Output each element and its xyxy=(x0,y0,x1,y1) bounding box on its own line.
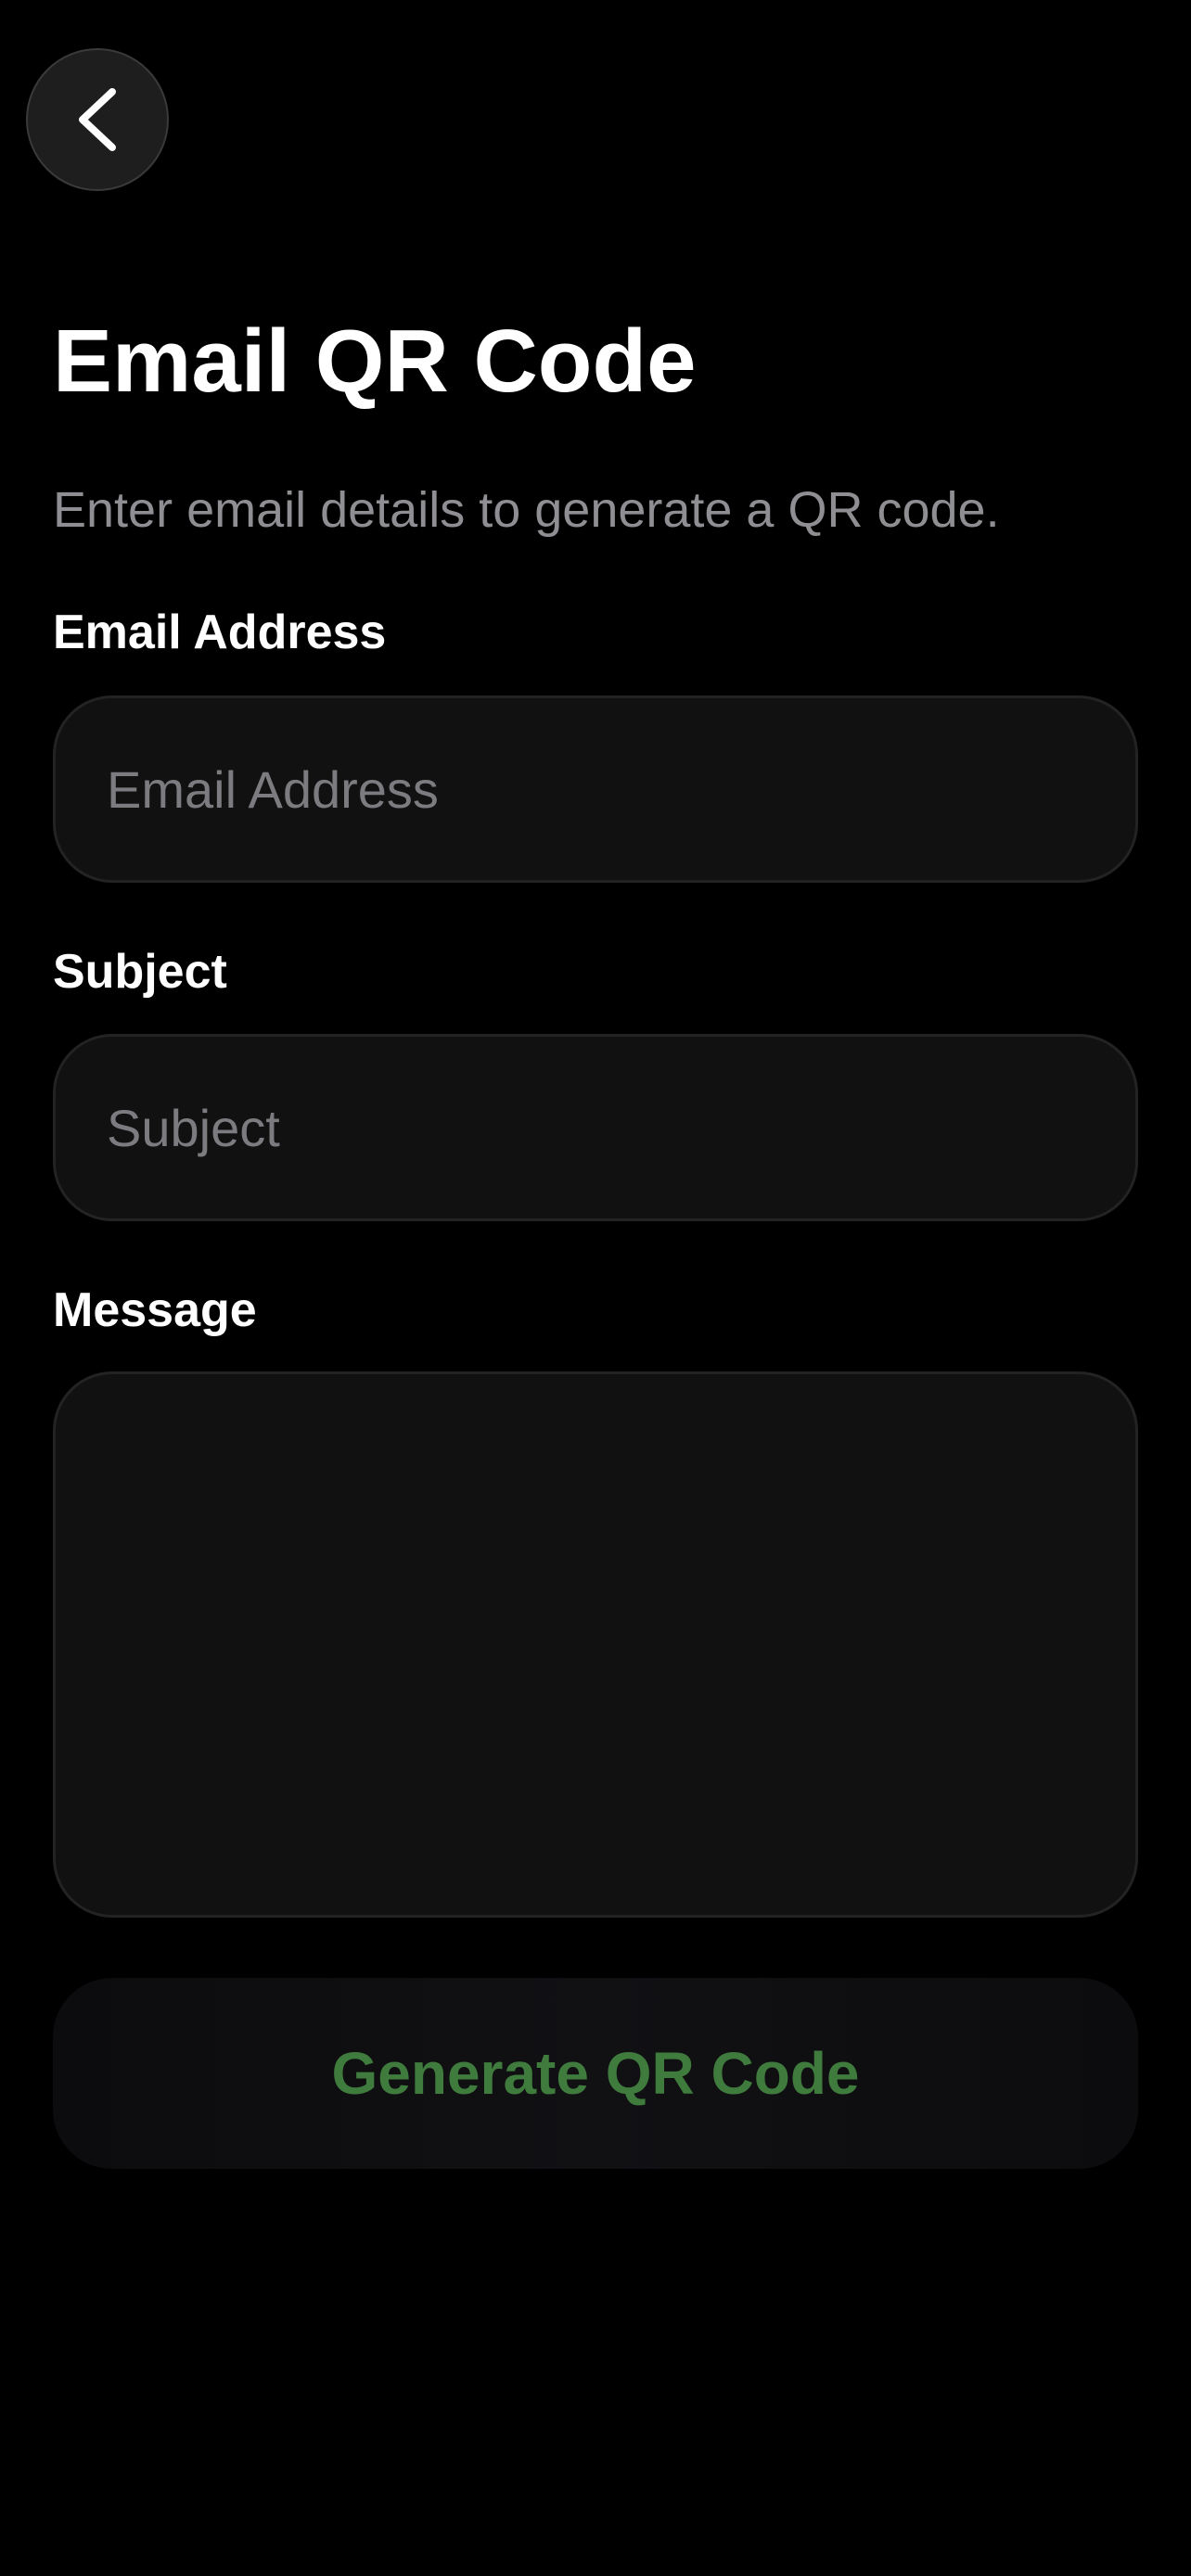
message-label: Message xyxy=(53,1283,257,1337)
email-address-input[interactable] xyxy=(53,695,1138,883)
page-subtitle: Enter email details to generate a QR cod… xyxy=(53,482,1000,538)
chevron-left-icon xyxy=(71,86,123,153)
subject-input[interactable] xyxy=(53,1034,1138,1221)
subject-label: Subject xyxy=(53,945,227,999)
generate-qr-code-button[interactable]: Generate QR Code xyxy=(53,1978,1138,2169)
email-address-label: Email Address xyxy=(53,606,387,659)
page-title: Email QR Code xyxy=(53,312,697,411)
back-button[interactable] xyxy=(26,48,169,191)
message-textarea[interactable] xyxy=(53,1371,1138,1918)
